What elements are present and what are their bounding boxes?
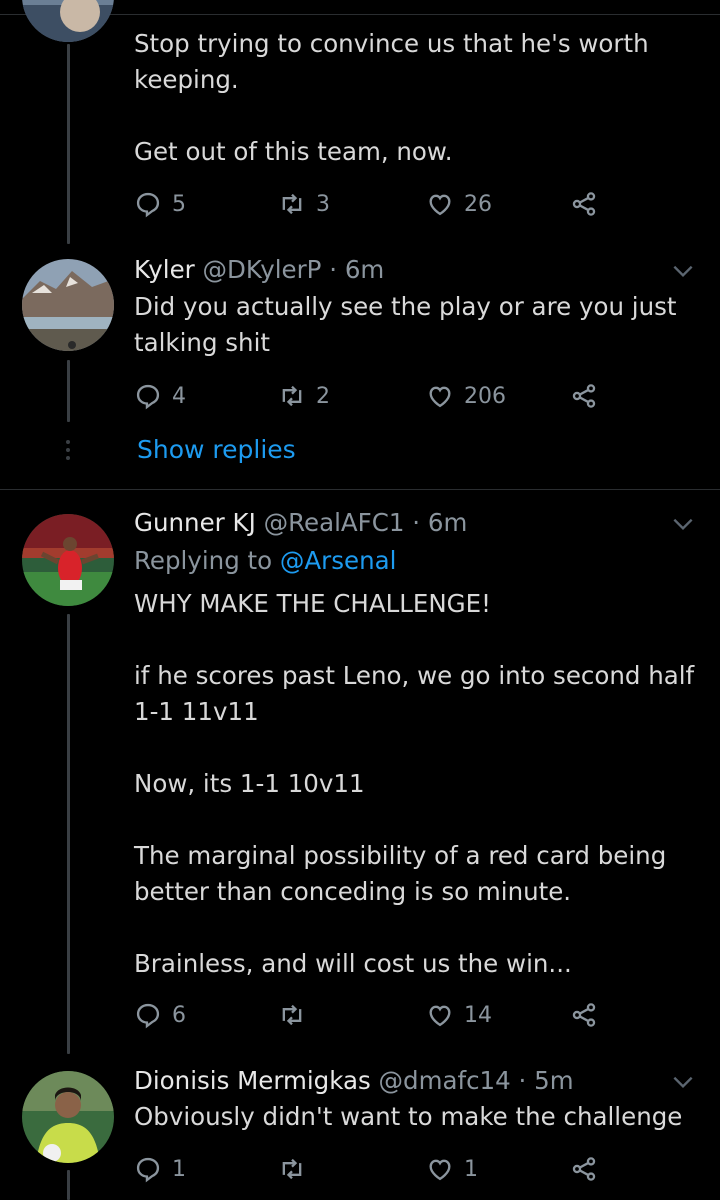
more-menu-button[interactable] [670,511,696,537]
tweet-text: WHY MAKE THE CHALLENGE! if he scores pas… [134,589,695,978]
heart-icon [429,1005,451,1027]
tweet-header: Dionisis Mermigkas @dmafc14 · 5m [134,1063,674,1099]
share-button[interactable] [570,186,598,222]
separator-dot: · [412,508,421,537]
retweet-icon [282,385,302,407]
replying-to: Replying to @Arsenal [134,543,674,579]
thread-line [67,614,70,1054]
retweet-icon [282,1004,302,1026]
heart-icon [429,386,451,408]
avatar[interactable] [22,259,114,351]
share-button[interactable] [570,378,598,414]
tweet-actions: 1 1 [134,1151,614,1187]
show-replies-link[interactable]: Show replies [137,432,296,468]
chevron-down-icon [673,1076,693,1089]
like-count: 1 [464,1156,478,1182]
tweet-actions: 6 14 [134,997,614,1033]
thread-line [67,44,70,244]
like-button[interactable]: 26 [426,186,492,222]
like-count: 26 [464,191,492,217]
thread-dots [64,440,72,464]
like-button[interactable]: 206 [426,378,506,414]
share-icon [572,1157,596,1181]
tweet-text: Obviously didn't want to make the challe… [134,1102,683,1131]
reply-button[interactable]: 6 [134,997,186,1033]
timestamp[interactable]: 6m [428,508,467,537]
share-icon [572,384,596,408]
reply-count: 6 [172,1002,186,1028]
reply-count: 4 [172,383,186,409]
reply-button[interactable]: 4 [134,378,186,414]
tweet-text: Stop trying to convince us that he's wor… [134,29,649,166]
share-button[interactable] [570,1151,598,1187]
like-count: 14 [464,1002,492,1028]
display-name[interactable]: Dionisis Mermigkas [134,1066,371,1095]
retweet-count: 3 [316,191,330,217]
retweet-button[interactable] [278,997,316,1033]
chevron-down-icon [673,265,693,278]
reply-icon [136,192,160,218]
reply-icon [136,1157,160,1183]
replying-to-label: Replying to [134,546,273,575]
share-icon [572,1003,596,1027]
retweet-button[interactable]: 3 [278,186,330,222]
retweet-button[interactable]: 2 [278,378,330,414]
avatar-partial[interactable] [22,0,114,42]
avatar[interactable] [22,514,114,606]
reply-count: 5 [172,191,186,217]
heart-icon [429,1159,451,1181]
like-button[interactable]: 14 [426,997,492,1033]
separator-dot: · [518,1066,527,1095]
tweet-actions: 4 2 206 [134,378,614,414]
like-button[interactable]: 1 [426,1151,478,1187]
reply-button[interactable]: 1 [134,1151,186,1187]
more-menu-button[interactable] [670,1069,696,1095]
tweet-header: Kyler @DKylerP · 6m [134,252,674,288]
replying-to-handle[interactable]: @Arsenal [280,546,397,575]
chevron-down-icon [673,518,693,531]
retweet-icon [282,193,302,215]
user-handle[interactable]: @DKylerP [203,255,322,284]
retweet-icon [282,1158,302,1180]
reply-icon [136,384,160,410]
reply-button[interactable]: 5 [134,186,186,222]
avatar[interactable] [22,1071,114,1163]
more-menu-button[interactable] [670,258,696,284]
share-button[interactable] [570,997,598,1033]
reply-count: 1 [172,1156,186,1182]
reply-icon [136,1003,160,1029]
tweet-text: Did you actually see the play or are you… [134,292,677,357]
like-count: 206 [464,383,506,409]
tweet-actions: 5 3 26 [134,186,614,222]
display-name[interactable]: Gunner KJ [134,508,256,537]
timestamp[interactable]: 6m [345,255,384,284]
display-name[interactable]: Kyler [134,255,195,284]
thread-line [67,360,70,422]
user-handle[interactable]: @RealAFC1 [264,508,405,537]
user-handle[interactable]: @dmafc14 [379,1066,511,1095]
retweet-button[interactable] [278,1151,316,1187]
retweet-count: 2 [316,383,330,409]
separator-dot: · [329,255,338,284]
divider [0,489,720,490]
share-icon [572,192,596,216]
heart-icon [429,194,451,216]
timestamp[interactable]: 5m [534,1066,573,1095]
tweet-header: Gunner KJ @RealAFC1 · 6m [134,505,674,541]
thread-line [67,1170,70,1200]
